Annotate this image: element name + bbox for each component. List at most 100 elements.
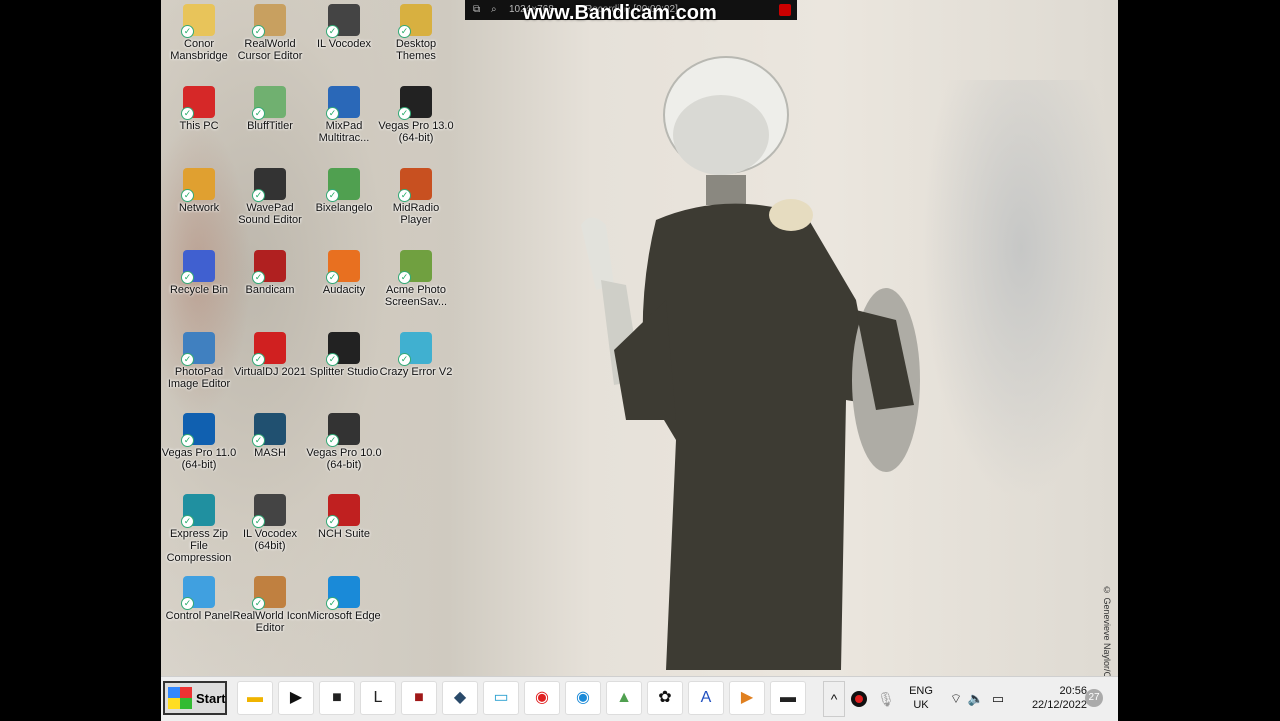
desktop-icon[interactable]: ✓ RealWorld Icon Editor [232, 576, 308, 634]
desktop-icon[interactable]: ✓ MixPad Multitrac... [306, 86, 382, 144]
shortcut-check-icon: ✓ [181, 25, 194, 38]
virtualdj-icon[interactable]: ◉ [524, 681, 560, 715]
themes-icon: ✓ [398, 4, 432, 38]
wallpaper-woman [581, 56, 920, 671]
shortcut-check-icon: ✓ [326, 25, 339, 38]
zip-icon: ✓ [181, 494, 215, 528]
desktop-icon[interactable]: ✓ Bandicam [232, 250, 308, 296]
bandicam-icon[interactable]: ■ [401, 681, 437, 715]
battery-icon[interactable]: ▭ [989, 677, 1007, 721]
shortcut-check-icon: ✓ [252, 25, 265, 38]
shortcut-check-icon: ✓ [252, 597, 265, 610]
desktop-icon[interactable]: ✓ Bixelangelo [306, 168, 382, 214]
store-icon[interactable]: ■ [319, 681, 355, 715]
desktop-icon-label: IL Vocodex (64bit) [242, 528, 298, 552]
tray-chevron-icon[interactable]: ^ [823, 681, 845, 717]
blufftitler-icon[interactable]: ▲ [606, 681, 642, 715]
virtualdj-icon: ✓ [252, 332, 286, 366]
record-icon[interactable] [779, 4, 791, 16]
radio-icon: ✓ [398, 168, 432, 202]
mash-icon[interactable]: ◆ [442, 681, 478, 715]
desktop-icon[interactable]: ✓ IL Vocodex (64bit) [232, 494, 308, 552]
desktop-icon[interactable]: ✓ Acme Photo ScreenSav... [378, 250, 454, 308]
desktop-icon[interactable]: ✓ IL Vocodex [306, 4, 382, 50]
clock[interactable]: 20:56 22/12/2022 [1017, 677, 1087, 721]
desktop-icon[interactable]: ✓ WavePad Sound Editor [232, 168, 308, 226]
mash-icon: ✓ [252, 413, 286, 447]
notification-badge[interactable]: 27 [1085, 689, 1103, 707]
desktop-icon-label: Audacity [322, 284, 366, 296]
desktop-icon[interactable]: ✓ RealWorld Cursor Editor [232, 4, 308, 62]
desktop-icon[interactable]: ✓ Audacity [306, 250, 382, 296]
desktop-icon[interactable]: ✓ Crazy Error V2 [378, 332, 454, 378]
desktop-icon-label: MidRadio Player [392, 202, 440, 226]
start-button[interactable]: Start [163, 681, 227, 715]
desktop-icon[interactable]: ✓ MidRadio Player [378, 168, 454, 226]
desktop-icon[interactable]: ✓ This PC [161, 86, 237, 132]
nch-suite-icon: ✓ [326, 494, 360, 528]
desktop-icon[interactable]: ✓ BluffTitler [232, 86, 308, 132]
desktop-icon-label: Vegas Pro 10.0 (64-bit) [306, 447, 382, 471]
clock-time: 20:56 [1059, 685, 1087, 697]
window-icon: ⧉ [473, 4, 481, 15]
audacity-icon: ✓ [326, 250, 360, 284]
desktop-icon-label: Crazy Error V2 [379, 366, 453, 378]
microphone-icon[interactable]: 🎙 [877, 677, 895, 721]
bandicam-tray-icon[interactable] [849, 689, 869, 709]
clock-date: 22/12/2022 [1031, 699, 1087, 711]
desktop-icon[interactable]: ✓ Network [161, 168, 237, 214]
desktop-icon[interactable]: ✓ Desktop Themes [378, 4, 454, 62]
shortcut-check-icon: ✓ [326, 107, 339, 120]
start-label: Start [196, 691, 226, 706]
shortcut-check-icon: ✓ [181, 353, 194, 366]
windows-flag-icon [168, 687, 192, 709]
vocodex-icon: ✓ [326, 4, 360, 38]
terminal-icon[interactable]: ▬ [770, 681, 806, 715]
desktop-icon[interactable]: ✓ Splitter Studio [306, 332, 382, 378]
desktop-icon[interactable]: ✓ Control Panel [161, 576, 237, 622]
desktop-icon-label: Network [178, 202, 220, 214]
edge-icon[interactable]: ◉ [565, 681, 601, 715]
mixpad-icon: ✓ [326, 86, 360, 120]
volume-icon[interactable]: 🔈 [967, 677, 985, 721]
network-icon: ✓ [181, 168, 215, 202]
desktop-icon[interactable]: ✓ Microsoft Edge [306, 576, 382, 622]
shortcut-check-icon: ✓ [252, 107, 265, 120]
desktop-icon[interactable]: ✓ MASH [232, 413, 308, 459]
language-indicator[interactable]: ENG UK [901, 677, 941, 721]
shortcut-check-icon: ✓ [181, 271, 194, 284]
desktop-icon[interactable]: ✓ NCH Suite [306, 494, 382, 540]
recorder-toolbar[interactable]: ⧉ ⌕ 1024×768 Recording [00:00:02] www.Ba… [465, 0, 797, 24]
desktop-icon-label: NCH Suite [318, 528, 370, 540]
desktop-icon[interactable]: ✓ Vegas Pro 11.0 (64-bit) [161, 413, 237, 471]
desktop-icon-label: This PC [179, 120, 219, 132]
wifi-icon[interactable]: ⌔ [947, 677, 965, 721]
gear-icon[interactable]: ✿ [647, 681, 683, 715]
desktop-icon-label: Bixelangelo [315, 202, 373, 214]
clapperboard-icon[interactable]: ▶ [278, 681, 314, 715]
vocodex-icon[interactable]: L [360, 681, 396, 715]
ai-app-icon[interactable]: A [688, 681, 724, 715]
cursor-editor-icon: ✓ [252, 4, 286, 38]
crazy-error-icon[interactable]: ▭ [483, 681, 519, 715]
desktop-icon[interactable]: ✓ Express Zip File Compression [161, 494, 237, 564]
desktop-icon[interactable]: ✓ Recycle Bin [161, 250, 237, 296]
desktop-icon[interactable]: ✓ VirtualDJ 2021 [232, 332, 308, 378]
language-top: ENG [909, 685, 933, 697]
bixelangelo-icon: ✓ [326, 168, 360, 202]
shortcut-check-icon: ✓ [252, 189, 265, 202]
file-explorer-icon[interactable]: ▬ [237, 681, 273, 715]
desktop-icon-label: RealWorld Cursor Editor [237, 38, 303, 62]
desktop-icon-label: Conor Mansbridge [170, 38, 228, 62]
control-panel-icon: ✓ [181, 576, 215, 610]
desktop-icon-label: Control Panel [165, 610, 233, 622]
desktop-icon[interactable]: ✓ Vegas Pro 13.0 (64-bit) [378, 86, 454, 144]
recycle-bin-icon: ✓ [181, 250, 215, 284]
taskbar: Start ▬ ▶ ■ L ■ ◆ ▭ ◉ ◉ ▲ ✿ A ▶ ▬ ^ 🎙 ENG UK ⌔ 🔈 ▭ 20… [161, 676, 1118, 721]
photopad-icon: ✓ [181, 332, 215, 366]
desktop-icon[interactable]: ✓ Vegas Pro 10.0 (64-bit) [306, 413, 382, 471]
shortcut-check-icon: ✓ [398, 25, 411, 38]
desktop-icon[interactable]: ✓ Conor Mansbridge [161, 4, 237, 62]
media-player-icon[interactable]: ▶ [729, 681, 765, 715]
desktop-icon[interactable]: ✓ PhotoPad Image Editor [161, 332, 237, 390]
